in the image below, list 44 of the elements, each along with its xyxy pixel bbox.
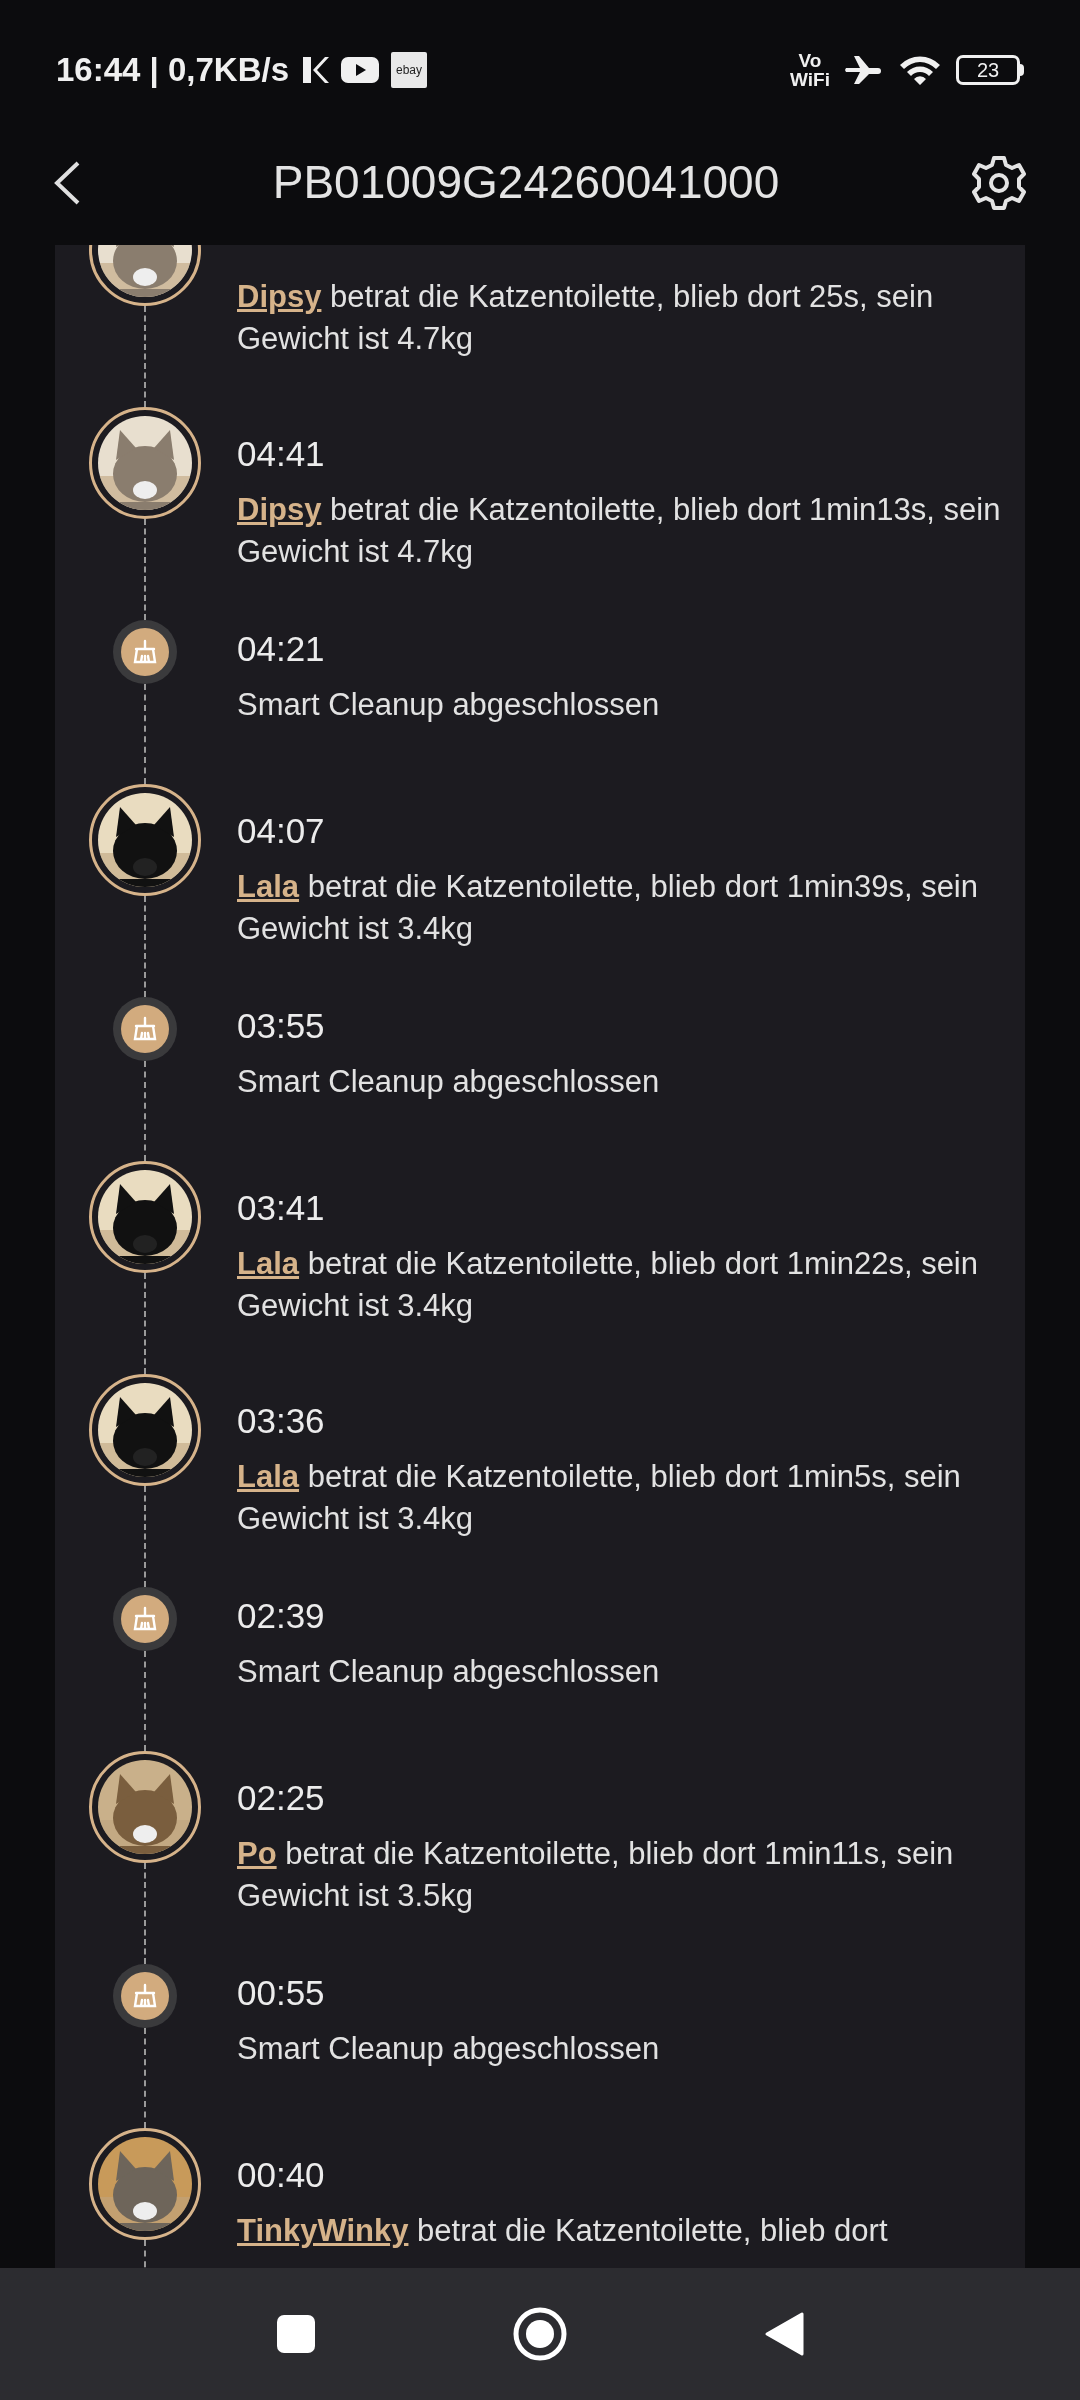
k-app-icon xyxy=(301,55,330,85)
event-text: Smart Cleanup abgeschlossen xyxy=(237,1653,661,1691)
event-time: 03:55 xyxy=(237,1005,326,1047)
back-nav-icon[interactable] xyxy=(764,2311,804,2357)
back-icon[interactable] xyxy=(52,159,82,206)
pet-link[interactable]: Dipsy xyxy=(237,492,322,527)
broom-icon xyxy=(132,1983,158,2009)
event-text: Smart Cleanup abgeschlossen xyxy=(237,2030,661,2068)
broom-icon xyxy=(132,1016,158,1042)
pet-link[interactable]: Lala xyxy=(237,869,300,904)
page-title: PB01009G24260041000 xyxy=(272,155,780,210)
event-time: 03:41 xyxy=(237,1187,326,1229)
event-time: 00:40 xyxy=(237,2154,326,2196)
broom-icon xyxy=(132,639,158,665)
event-time: 03:36 xyxy=(237,1400,326,1442)
pet-link[interactable]: Po xyxy=(237,1836,277,1871)
pet-link[interactable]: Lala xyxy=(237,1246,300,1281)
event-text: Smart Cleanup abgeschlossen xyxy=(237,686,661,724)
event-time: 04:21 xyxy=(237,628,326,670)
home-icon[interactable] xyxy=(512,2306,568,2362)
recents-icon[interactable] xyxy=(276,2314,316,2354)
status-text: 16:44 | 0,7KB/s xyxy=(56,50,290,91)
event-text: Smart Cleanup abgeschlossen xyxy=(237,1063,661,1101)
event-time: 04:07 xyxy=(237,810,326,852)
event-text: Lala betrat die Katzentoilette, blieb dort 1min5s, sein Gewicht ist 3.4kg xyxy=(237,1458,962,1538)
pet-link[interactable]: Lala xyxy=(237,1459,300,1494)
pet-link[interactable]: TinkyWinky xyxy=(237,2213,409,2248)
pet-link[interactable]: Dipsy xyxy=(237,279,322,314)
event-time: 04:41 xyxy=(237,433,326,475)
airplane-icon xyxy=(844,54,884,86)
settings-icon[interactable] xyxy=(970,153,1028,212)
event-text: Dipsy betrat die Katzentoilette, blieb dort 1min13s, sein Gewicht ist 4.7kg xyxy=(237,491,1002,571)
event-time: 02:25 xyxy=(237,1777,326,1819)
event-text: Lala betrat die Katzentoilette, blieb dort 1min39s, sein Gewicht ist 3.4kg xyxy=(237,868,979,948)
vowifi-label: Vo WiFi xyxy=(790,51,830,89)
event-text: Lala betrat die Katzentoilette, blieb dort 1min22s, sein Gewicht ist 3.4kg xyxy=(237,1245,979,1325)
event-text: TinkyWinky betrat die Katzentoilette, blieb dort xyxy=(237,2212,889,2250)
broom-icon xyxy=(132,1606,158,1632)
event-time: 02:39 xyxy=(237,1595,326,1637)
event-text: Dipsy betrat die Katzentoilette, blieb dort 25s, sein Gewicht ist 4.7kg xyxy=(237,278,935,358)
video-play-icon xyxy=(341,56,380,84)
event-time: 00:55 xyxy=(237,1972,326,2014)
shop-app-icon: ebay xyxy=(391,52,428,88)
event-text: Po betrat die Katzentoilette, blieb dort 1min11s, sein Gewicht ist 3.5kg xyxy=(237,1835,955,1915)
